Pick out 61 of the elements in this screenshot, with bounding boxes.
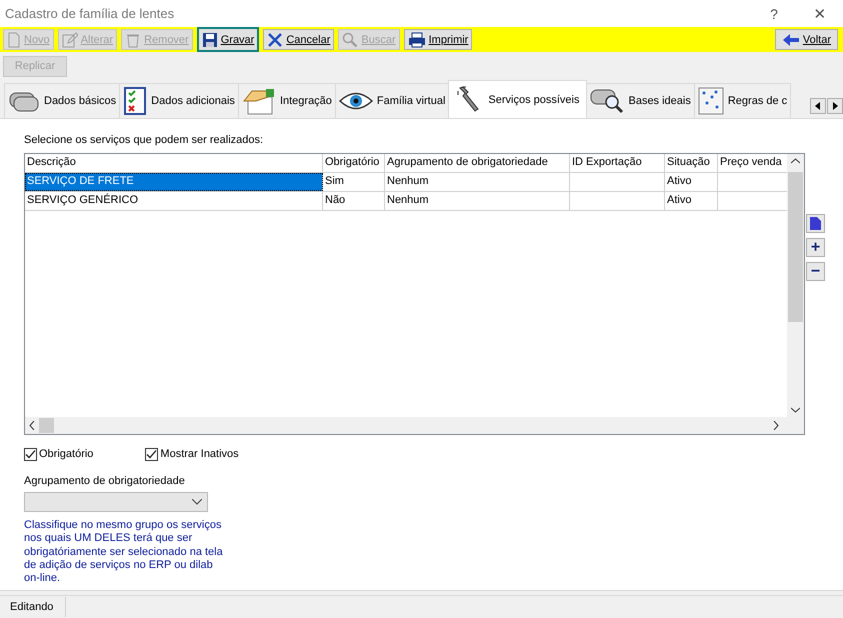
left-arrow-icon [782,32,800,46]
remove-button[interactable]: − [806,262,825,281]
scroll-right-button[interactable] [827,98,843,114]
table-cell: SERVIÇO DE FRETE [27,175,134,187]
scroll-thumb[interactable] [788,172,803,322]
checkbox-label: Obrigatório [39,448,94,460]
hand-document-icon [242,87,276,115]
column-header[interactable]: Descrição [25,154,323,172]
lens-search-icon [590,87,624,115]
instruction-text: Selecione os serviços que podem ser realizados: [24,134,264,148]
table-cell: Não [325,194,346,206]
checkbox[interactable] [24,448,37,460]
column-header[interactable]: Obrigatório [323,154,385,172]
column-header[interactable]: Preço venda [718,154,787,172]
checklist-icon [123,87,148,115]
toolbar-button[interactable]: Gravar [196,27,260,52]
help-text: Classifique no mesmo grupo os serviços nos quais UM DELES terá que ser obrigatóriamente ser selecionado na tela de adição de serviços no ERP ou dilab on-line. [24,519,224,586]
table-cell: Sim [325,175,344,187]
tab[interactable]: Dados básicos [4,83,120,118]
back-button[interactable]: Voltar [774,29,838,50]
x-icon [267,32,284,48]
status-text: Editando [0,597,66,617]
document-icon [7,32,21,48]
column-header[interactable]: Agrupamento de obrigatoriedade [385,154,570,172]
field-label: Agrupamento de obrigatoriedade [24,475,186,487]
table-cell: SERVIÇO GENÉRICO [27,194,138,206]
vertical-scrollbar[interactable] [787,154,804,417]
pencil-icon [62,32,78,48]
column-header[interactable]: Situação [665,154,718,172]
table-cell: Ativo [667,194,692,206]
dotted-grid-icon [698,87,724,115]
window-title: Cadastro de família de lentes [5,6,174,21]
add-button[interactable]: + [806,238,825,257]
column-header[interactable]: ID Exportação [570,154,665,172]
eye-icon [338,90,373,112]
toolbar-button[interactable]: Imprimir [404,29,472,50]
toolbar-button[interactable]: Cancelar [263,29,334,50]
help-button[interactable]: ? [751,0,797,27]
table-cell: Ativo [667,175,692,187]
printer-icon [408,32,426,48]
table-cell: Nenhum [387,194,429,206]
magnifier-icon [342,32,358,48]
table-cell: Nenhum [387,175,429,187]
tab[interactable]: Dados adicionais [119,83,239,118]
document-icon [810,217,821,230]
horizontal-scrollbar[interactable] [25,417,804,434]
tab[interactable]: Regras de c [694,83,792,118]
floppy-icon [202,32,218,48]
chevron-down-icon [192,499,202,505]
table-row[interactable]: SERVIÇO DE FRETE Sim Nenhum Ativo [25,173,787,192]
table-row[interactable]: SERVIÇO GENÉRICO Não Nenhum Ativo [25,192,787,211]
checkbox[interactable] [145,448,158,460]
left-arrow-icon [815,102,821,110]
scroll-thumb[interactable] [39,418,54,433]
trash-icon [125,32,142,48]
scroll-left-button[interactable] [810,98,826,114]
close-button[interactable]: ✕ [797,0,843,27]
new-document-button[interactable] [806,214,825,233]
tab[interactable]: Serviços possíveis [448,80,588,118]
right-arrow-icon [832,102,838,110]
checkbox-label: Mostrar Inativos [160,448,239,460]
